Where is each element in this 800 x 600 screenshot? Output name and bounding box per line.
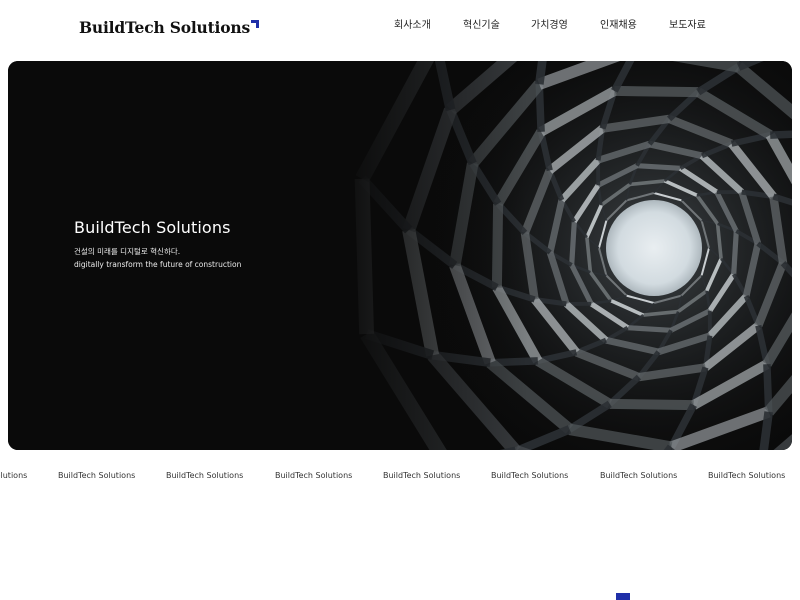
nav-item-value-management[interactable]: 가치경영 [531, 17, 568, 35]
nav-item-careers[interactable]: 인재채용 [600, 17, 637, 35]
hero-banner: BuildTech Solutions 건설의 미래를 디지털로 혁신하다. d… [8, 61, 792, 450]
tunnel-frame-segment [609, 398, 694, 411]
tunnel-frame-segment [627, 325, 672, 333]
page: BuildTech Solutions 회사소개 혁신기술 가치경영 인재채용 … [0, 0, 800, 600]
hero-title: BuildTech Solutions [74, 218, 231, 237]
tunnel-frame-segment [731, 230, 739, 275]
marquee-item: BuildTech Solutions [491, 471, 569, 480]
hero-subtitle: 건설의 미래를 디지털로 혁신하다. digitally transform t… [74, 245, 241, 271]
tunnel-frame-segment [569, 221, 577, 266]
main-nav: 회사소개 혁신기술 가치경영 인재채용 보도자료 [0, 17, 800, 35]
marquee-item: BuildTech Solutions [166, 471, 244, 480]
nav-item-company[interactable]: 회사소개 [394, 17, 431, 35]
marquee-item: BuildTech Solutions [275, 471, 353, 480]
nav-item-technology[interactable]: 혁신기술 [463, 17, 500, 35]
tunnel-frame-segment [636, 163, 681, 171]
brand-marquee: BuildTech Solutions BuildTech Solutions … [0, 468, 800, 484]
marquee-item: BuildTech Solutions [708, 471, 786, 480]
tunnel-strut [770, 130, 792, 139]
marquee-item: BuildTech Solutions [58, 471, 136, 480]
tunnel-frame-segment [614, 85, 699, 98]
marquee-item: BuildTech Solutions [600, 471, 678, 480]
site-header: BuildTech Solutions 회사소개 혁신기술 가치경영 인재채용 … [0, 0, 800, 56]
sky-opening [606, 200, 702, 296]
marquee-item: BuildTech Solutions [0, 471, 28, 480]
hero-subtitle-ko: 건설의 미래를 디지털로 혁신하다. [74, 247, 181, 256]
accent-square [616, 593, 630, 600]
nav-item-press[interactable]: 보도자료 [669, 17, 706, 35]
hero-subtitle-en: digitally transform the future of constr… [74, 260, 242, 269]
marquee-item: BuildTech Solutions [383, 471, 461, 480]
